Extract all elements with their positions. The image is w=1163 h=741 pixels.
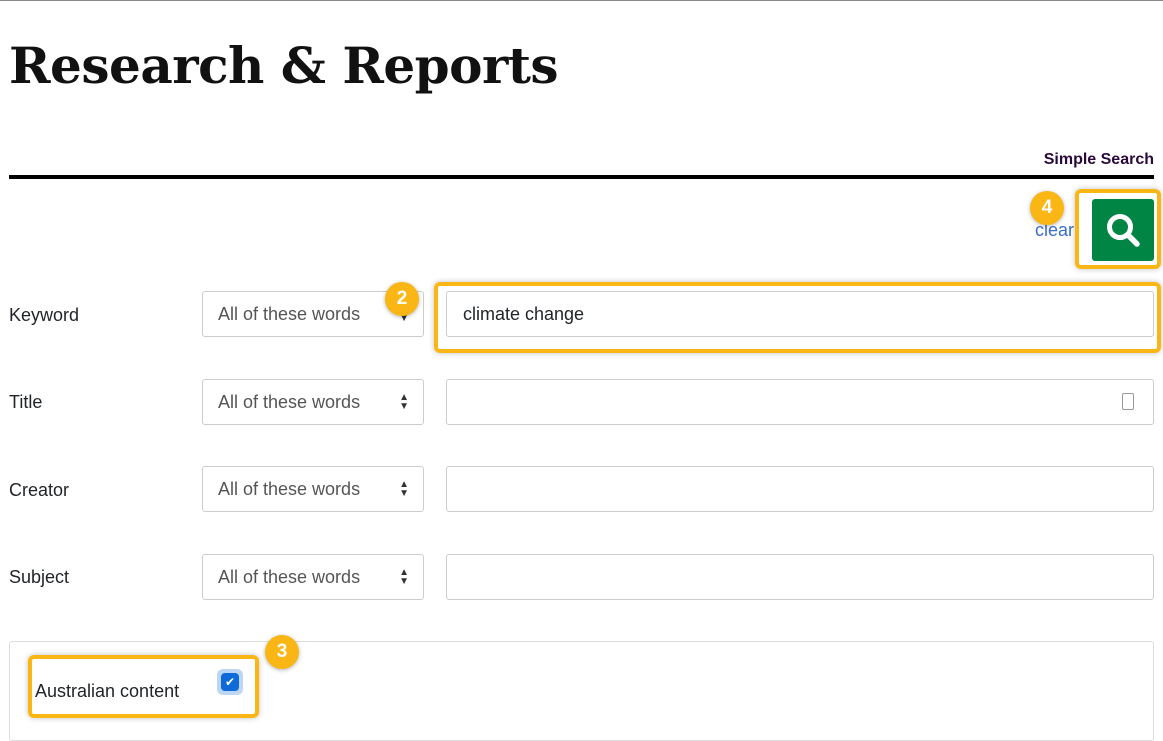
page-title: Research & Reports bbox=[9, 36, 559, 95]
select-arrows-icon: ▲▼ bbox=[399, 479, 409, 499]
subject-match-value: All of these words bbox=[218, 566, 361, 587]
keyword-match-value: All of these words bbox=[218, 303, 361, 324]
highlight-keyword-input bbox=[434, 282, 1161, 353]
select-arrows-icon: ▲▼ bbox=[399, 392, 409, 412]
header-rule bbox=[9, 175, 1154, 179]
autofill-icon[interactable] bbox=[1122, 393, 1134, 410]
creator-match-value: All of these words bbox=[218, 478, 361, 499]
creator-match-select[interactable]: All of these words ▲ ▼ bbox=[202, 466, 424, 512]
title-match-value: All of these words bbox=[218, 391, 361, 412]
annotation-badge-3: 3 bbox=[265, 635, 299, 669]
title-input[interactable] bbox=[446, 379, 1154, 425]
select-arrows-icon: ▲▼ bbox=[399, 567, 409, 587]
title-match-select[interactable]: All of these words ▲ ▼ bbox=[202, 379, 424, 425]
highlight-australian-content bbox=[28, 655, 259, 718]
title-label: Title bbox=[9, 392, 43, 412]
annotation-badge-4: 4 bbox=[1030, 191, 1064, 225]
simple-search-link[interactable]: Simple Search bbox=[1044, 151, 1154, 169]
top-divider bbox=[0, 0, 1163, 1]
annotation-badge-2: 2 bbox=[385, 282, 419, 316]
subject-input[interactable] bbox=[446, 554, 1154, 600]
subject-match-select[interactable]: All of these words ▲ ▼ bbox=[202, 554, 424, 600]
creator-label: Creator bbox=[9, 480, 70, 500]
keyword-label: Keyword bbox=[9, 305, 80, 325]
creator-input[interactable] bbox=[446, 466, 1154, 512]
subject-label: Subject bbox=[9, 567, 70, 587]
highlight-search-button bbox=[1075, 189, 1161, 269]
